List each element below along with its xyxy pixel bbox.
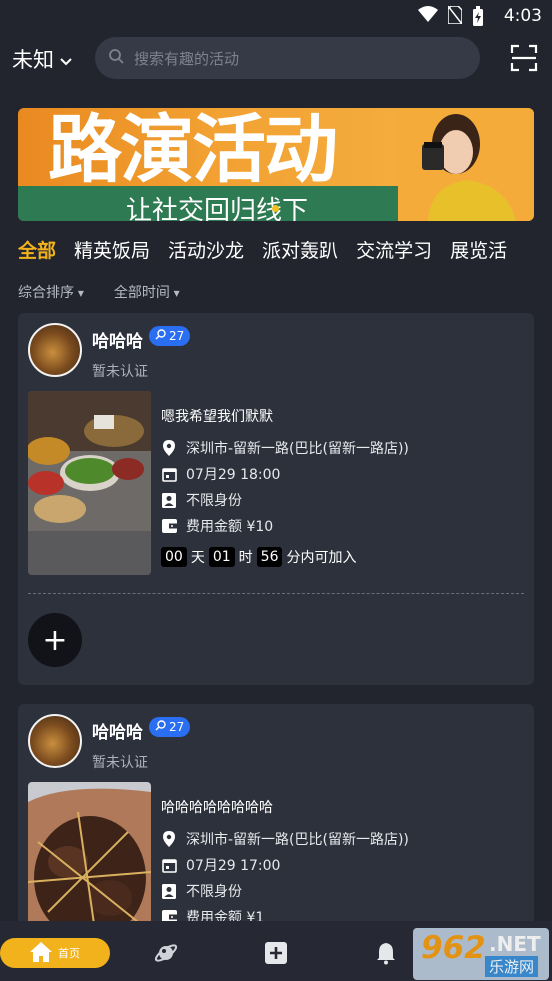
user-name[interactable]: 哈哈哈 [92, 718, 143, 743]
category-tabs: 全部 精英饭局 活动沙龙 派对轰趴 交流学习 展览活 [18, 236, 552, 263]
cert-status: 暂未认证 [92, 364, 148, 380]
join-countdown: 00 天 01 时 56 分内可加入 [161, 547, 356, 567]
nav-home[interactable]: 首页 [0, 938, 110, 968]
battery-icon [472, 6, 484, 30]
banner-title: 路演活动 [48, 108, 338, 193]
time-filter[interactable]: 全部时间 [114, 282, 180, 302]
filter-bar: 综合排序 全部时间 [18, 282, 180, 302]
scan-icon[interactable] [510, 44, 538, 72]
banner-page-dot [272, 205, 279, 212]
tab-salon[interactable]: 活动沙龙 [168, 236, 244, 263]
hours-label: 时 [238, 550, 253, 566]
identity-row: 不限身份 [161, 881, 242, 901]
tab-elite-dinner[interactable]: 精英饭局 [74, 236, 150, 263]
badge-count: 27 [169, 329, 185, 343]
watermark-suffix: .NET [489, 932, 541, 956]
level-badge: 27 [149, 326, 191, 346]
tab-exhibition[interactable]: 展览活 [450, 236, 507, 263]
wallet-icon [161, 518, 177, 534]
fee-text: 费用金额 ¥10 [186, 519, 274, 535]
calendar-icon [161, 857, 177, 873]
search-icon [109, 48, 124, 68]
location-selector[interactable]: 未知 [12, 44, 72, 74]
badge-count: 27 [169, 720, 185, 734]
watermark-sub: 乐游网 [485, 956, 539, 977]
status-icons [418, 5, 484, 30]
countdown-hours: 01 [208, 547, 235, 567]
identity-icon [161, 883, 177, 899]
event-card[interactable]: 哈哈哈 27 暂未认证 哈哈哈哈哈哈哈哈 深圳市-留新一路(巴比(留新一路店))… [18, 704, 534, 966]
location-icon [161, 440, 177, 456]
location-row: 深圳市-留新一路(巴比(留新一路店)) [161, 438, 409, 458]
nav-home-label: 首页 [58, 947, 80, 960]
status-bar: 4:03 [0, 0, 552, 32]
event-photo[interactable] [28, 391, 151, 575]
wifi-icon [418, 6, 438, 30]
location-row: 深圳市-留新一路(巴比(留新一路店)) [161, 829, 409, 849]
tab-all[interactable]: 全部 [18, 236, 56, 263]
identity-text: 不限身份 [186, 493, 242, 509]
home-icon [30, 941, 52, 965]
identity-row: 不限身份 [161, 490, 242, 510]
bell-icon[interactable] [374, 941, 398, 965]
banner[interactable]: 路演活动 让社交回归线下 [18, 108, 534, 221]
search-input[interactable]: 搜索有趣的活动 [95, 37, 480, 79]
countdown-minutes: 56 [256, 547, 283, 567]
event-title: 嗯我希望我们默默 [161, 409, 273, 425]
calendar-icon [161, 466, 177, 482]
days-label: 天 [190, 550, 205, 566]
tab-party[interactable]: 派对轰趴 [262, 236, 338, 263]
location-text: 深圳市-留新一路(巴比(留新一路店)) [186, 441, 409, 457]
clock: 4:03 [503, 6, 542, 26]
location-text: 深圳市-留新一路(巴比(留新一路店)) [186, 832, 409, 848]
time-row: 07月29 17:00 [161, 855, 280, 875]
avatar[interactable] [28, 323, 82, 377]
identity-text: 不限身份 [186, 884, 242, 900]
card-divider [28, 593, 524, 594]
tab-learning[interactable]: 交流学习 [356, 236, 432, 263]
badge-icon [155, 720, 166, 734]
sort-filter[interactable]: 综合排序 [18, 282, 84, 302]
location-label: 未知 [12, 48, 54, 72]
time-text: 07月29 17:00 [186, 858, 281, 874]
banner-person-image [398, 108, 534, 221]
countdown-suffix: 分内可加入 [286, 550, 357, 566]
level-badge: 27 [149, 717, 191, 737]
event-title: 哈哈哈哈哈哈哈哈 [161, 800, 273, 816]
banner-subtitle: 让社交回归线下 [126, 196, 309, 221]
watermark-brand: 962 [421, 930, 486, 966]
location-icon [161, 831, 177, 847]
site-watermark: 962 .NET 乐游网 [413, 928, 549, 980]
event-card[interactable]: 哈哈哈 27 暂未认证 嗯我希望我们默默 深圳市-留新一路(巴比(留新一路店))… [18, 313, 534, 685]
user-name[interactable]: 哈哈哈 [92, 327, 143, 352]
countdown-days: 00 [161, 547, 187, 567]
time-row: 07月29 18:00 [161, 464, 280, 484]
avatar[interactable] [28, 714, 82, 768]
time-text: 07月29 18:00 [186, 467, 281, 483]
search-placeholder: 搜索有趣的活动 [134, 49, 240, 68]
fee-row: 费用金额 ¥10 [161, 516, 273, 536]
badge-icon [155, 329, 166, 343]
cert-status: 暂未认证 [92, 755, 148, 771]
no-sim-icon [447, 5, 463, 30]
plus-icon[interactable]: + [28, 613, 82, 667]
chevron-down-icon [60, 47, 72, 71]
add-square-icon[interactable] [264, 941, 288, 965]
planet-icon[interactable] [154, 941, 178, 965]
identity-icon [161, 492, 177, 508]
